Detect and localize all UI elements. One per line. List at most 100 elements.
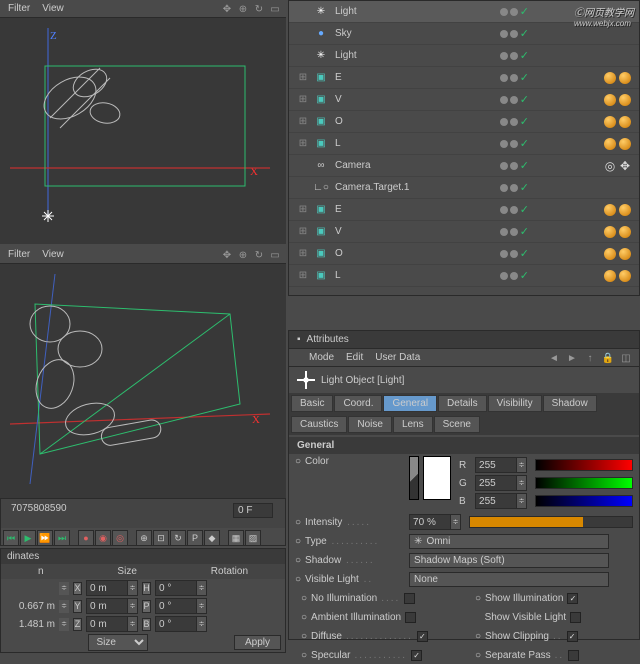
viewport-top[interactable]: Z X	[0, 18, 286, 244]
key-rot-button[interactable]: ↻	[170, 530, 186, 546]
r-slider[interactable]	[535, 459, 633, 471]
viewport1-menubar[interactable]: Filter View ✥ ⊕ ↻ ▭	[0, 0, 286, 18]
object-row[interactable]: ⊞▣E✓	[289, 67, 639, 89]
tab-basic[interactable]: Basic	[291, 395, 333, 412]
tab-general[interactable]: General	[383, 395, 437, 412]
show-illum-check[interactable]	[567, 593, 578, 604]
new-icon[interactable]: ◫	[619, 351, 633, 365]
color-swatch[interactable]	[423, 456, 451, 500]
rotate-icon[interactable]: ↻	[252, 248, 266, 262]
coord-title: dinates	[1, 549, 285, 564]
tab-caustics[interactable]: Caustics	[291, 416, 347, 433]
rotate-icon[interactable]: ↻	[252, 2, 266, 16]
move-icon[interactable]: ✥	[220, 248, 234, 262]
key-scale-button[interactable]: ⊡	[153, 530, 169, 546]
menu-mode[interactable]: Mode	[309, 352, 334, 363]
attributes-title: Attributes	[307, 334, 349, 345]
record-button[interactable]: ●	[78, 530, 94, 546]
menu-filter[interactable]: Filter	[8, 3, 30, 14]
b-input[interactable]: ≑	[475, 493, 527, 509]
viewport2-menubar[interactable]: Filter View ✥ ⊕ ↻ ▭	[0, 246, 286, 264]
timeline-controls: ⏮ ▶ ⏩ ⏭ ● ◉ ◎ ⊕ ⊡ ↻ P ◆ ▦ ▨	[1, 528, 285, 548]
tab-coord.[interactable]: Coord.	[334, 395, 382, 412]
key-param-button[interactable]: P	[187, 530, 203, 546]
tab-scene[interactable]: Scene	[434, 416, 480, 433]
object-row[interactable]: ⊞▣O✓	[289, 243, 639, 265]
play-button[interactable]: ▶	[20, 530, 36, 546]
coord-row: 0.667 m≑Y≑P≑	[1, 597, 285, 615]
g-slider[interactable]	[535, 477, 633, 489]
sep-pass-check[interactable]	[568, 650, 579, 661]
object-row[interactable]: ∞Camera✓◎✥	[289, 155, 639, 177]
object-manager: ✳Light✓●Sky✓✳Light✓⊞▣E✓⊞▣V✓⊞▣O✓⊞▣L✓∞Came…	[288, 0, 640, 296]
g-input[interactable]: ≑	[475, 475, 527, 491]
zoom-icon[interactable]: ⊕	[236, 2, 250, 16]
color-picker-icon[interactable]	[409, 456, 419, 500]
tab-visibility[interactable]: Visibility	[488, 395, 542, 412]
intensity-slider[interactable]	[469, 516, 633, 528]
play-fwd-button[interactable]: ⏩	[37, 530, 53, 546]
shadow-select[interactable]: Shadow Maps (Soft)	[409, 553, 609, 568]
tabs-row1: BasicCoord.GeneralDetailsVisibilityShado…	[289, 393, 639, 414]
opt2-button[interactable]: ▨	[245, 530, 261, 546]
intensity-input[interactable]: ≑	[409, 514, 461, 530]
watermark: Ⓒ网页教学网 www.webjx.com	[574, 4, 634, 28]
play-start-button[interactable]: ⏮	[3, 530, 19, 546]
max-icon[interactable]: ▭	[268, 248, 282, 262]
move-icon[interactable]: ✥	[220, 2, 234, 16]
menu-filter2[interactable]: Filter	[8, 249, 30, 260]
opt1-button[interactable]: ▦	[228, 530, 244, 546]
tabs-row2: CausticsNoiseLensScene	[289, 414, 639, 435]
apply-button[interactable]: Apply	[234, 635, 281, 650]
section-general: General	[289, 437, 639, 454]
tab-details[interactable]: Details	[438, 395, 487, 412]
type-select[interactable]: ✳Omni	[409, 534, 609, 549]
viewport-wireframe2	[0, 264, 286, 498]
tab-shadow[interactable]: Shadow	[543, 395, 597, 412]
menu-userdata[interactable]: User Data	[375, 352, 420, 363]
ambient-check[interactable]	[405, 612, 416, 623]
key-pla-button[interactable]: ◆	[204, 530, 220, 546]
object-row[interactable]: ⊞▣V✓	[289, 89, 639, 111]
specular-check[interactable]	[411, 650, 422, 661]
viewport-persp[interactable]: X	[0, 264, 286, 498]
attributes-menubar: Mode Edit User Data ◄ ► ↑ 🔒 ◫	[289, 349, 639, 367]
lock-icon[interactable]: 🔒	[601, 351, 615, 365]
object-row[interactable]: ✳Light✓	[289, 45, 639, 67]
up-icon[interactable]: ↑	[583, 351, 597, 365]
no-illum-check[interactable]	[404, 593, 415, 604]
key-button[interactable]: ◉	[95, 530, 111, 546]
menu-view2[interactable]: View	[42, 249, 64, 260]
object-row[interactable]: ⊞▣O✓	[289, 111, 639, 133]
key-pos-button[interactable]: ⊕	[136, 530, 152, 546]
back-icon[interactable]: ◄	[547, 351, 561, 365]
light-icon	[297, 371, 315, 389]
viewport-wireframe	[0, 18, 286, 244]
coord-row: ≑X≑H≑	[1, 579, 285, 597]
show-vis-check	[570, 612, 581, 623]
timeline-ruler[interactable]: 70 75 80 85 90 0 F	[1, 499, 285, 528]
frame-field[interactable]: 0 F	[233, 503, 273, 518]
zoom-icon[interactable]: ⊕	[236, 248, 250, 262]
object-row[interactable]: ∟○Camera.Target.1✓	[289, 177, 639, 199]
object-row[interactable]: ⊞▣L✓	[289, 265, 639, 287]
play-end-button[interactable]: ⏭	[54, 530, 70, 546]
tab-lens[interactable]: Lens	[393, 416, 433, 433]
coord-row: 1.481 m≑Z≑B≑	[1, 615, 285, 633]
object-head: Light Object [Light]	[321, 375, 404, 386]
visible-light-select[interactable]: None	[409, 572, 609, 587]
object-row[interactable]: ⊞▣V✓	[289, 221, 639, 243]
object-row[interactable]: ⊞▣E✓	[289, 199, 639, 221]
attributes-panel: Attributes Mode Edit User Data ◄ ► ↑ 🔒 ◫…	[288, 330, 640, 640]
max-icon[interactable]: ▭	[268, 2, 282, 16]
tab-noise[interactable]: Noise	[348, 416, 392, 433]
menu-edit[interactable]: Edit	[346, 352, 363, 363]
fwd-icon[interactable]: ►	[565, 351, 579, 365]
object-row[interactable]: ⊞▣L✓	[289, 133, 639, 155]
r-input[interactable]: ≑	[475, 457, 527, 473]
timeline-panel: 70 75 80 85 90 0 F ⏮ ▶ ⏩ ⏭ ● ◉ ◎ ⊕ ⊡ ↻ P…	[0, 498, 286, 546]
b-slider[interactable]	[535, 495, 633, 507]
size-select[interactable]: Size	[88, 634, 148, 651]
autokey-button[interactable]: ◎	[112, 530, 128, 546]
menu-view[interactable]: View	[42, 3, 64, 14]
